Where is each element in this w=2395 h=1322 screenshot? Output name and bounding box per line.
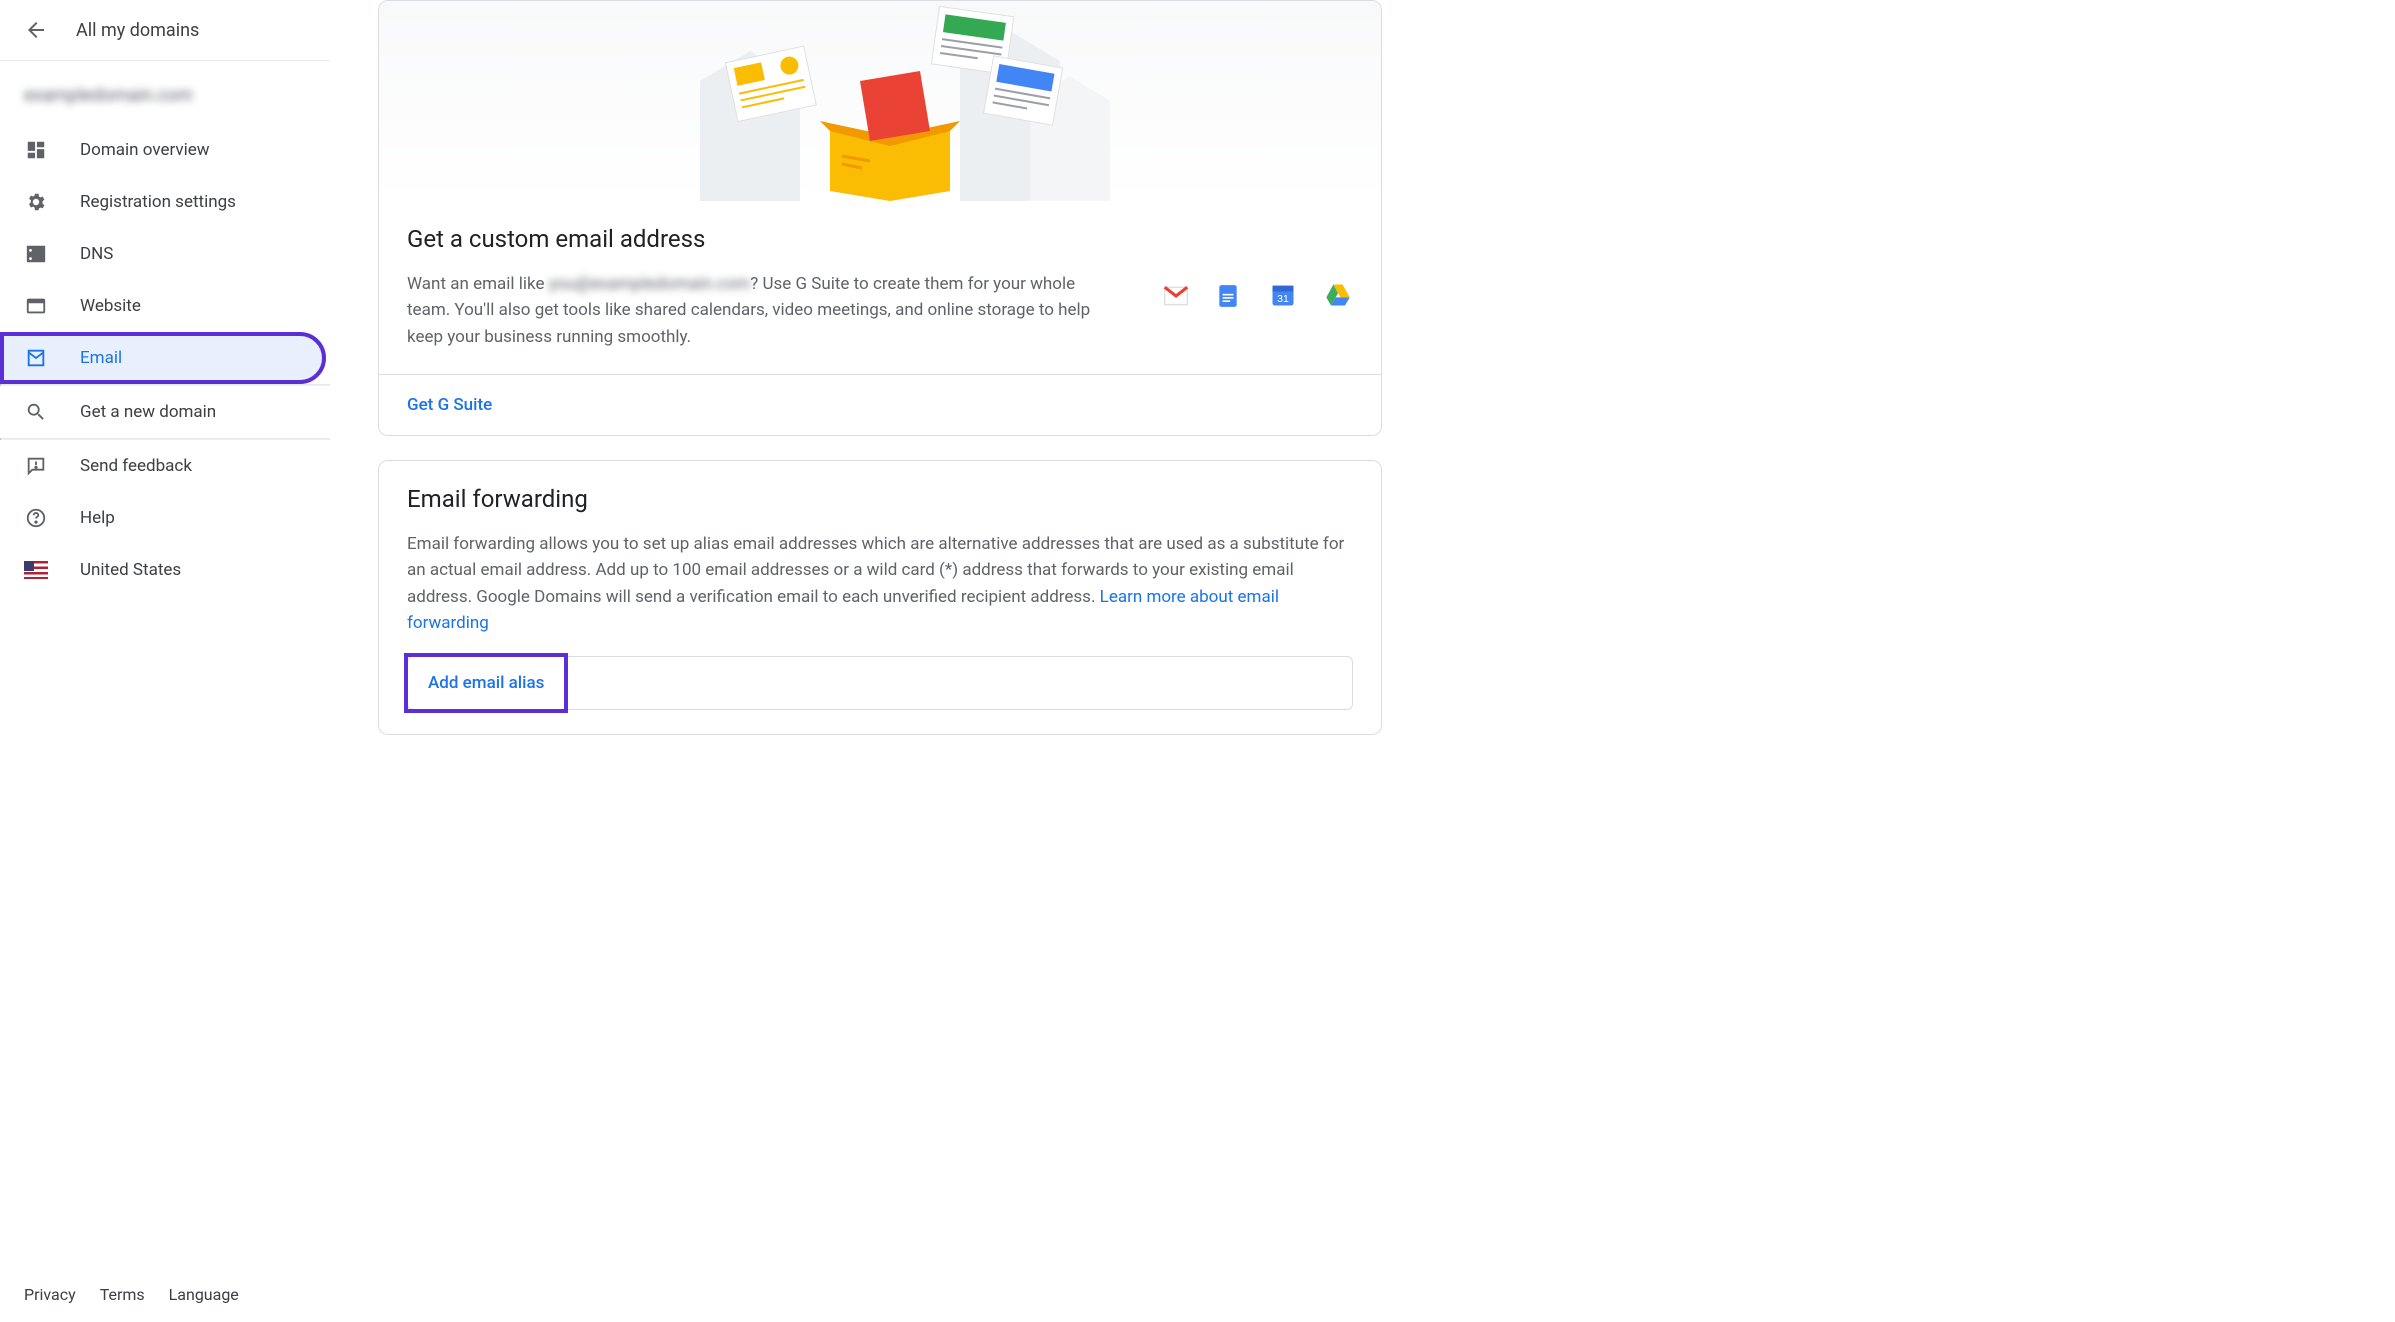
gmail-icon [1161, 281, 1191, 311]
gear-icon [24, 190, 48, 214]
us-flag-icon [24, 558, 48, 582]
nav-list: Domain overview Registration settings DN… [0, 124, 330, 384]
help-icon [24, 506, 48, 530]
footer-language[interactable]: Language [169, 1285, 239, 1304]
gsuite-card: Get a custom email address Want an email… [378, 0, 1382, 436]
blurred-email-example: you@exampledomain.com [549, 274, 751, 294]
dns-icon [24, 242, 48, 266]
sidebar: All my domains exampledomain.com Domain … [0, 0, 330, 1322]
dashboard-icon [24, 138, 48, 162]
main-content: Get a custom email address Want an email… [330, 0, 1430, 1322]
nav-item-region[interactable]: United States [0, 544, 326, 596]
footer-privacy[interactable]: Privacy [24, 1285, 76, 1304]
search-icon [24, 400, 48, 424]
nav-label: United States [80, 560, 181, 580]
add-email-alias-button[interactable]: Add email alias [408, 657, 564, 709]
nav-item-new-domain[interactable]: Get a new domain [0, 386, 326, 438]
gsuite-footer: Get G Suite [379, 374, 1381, 435]
footer-terms[interactable]: Terms [100, 1285, 145, 1304]
nav-item-website[interactable]: Website [0, 280, 326, 332]
forwarding-description: Email forwarding allows you to set up al… [407, 531, 1353, 636]
nav-item-email[interactable]: Email [0, 332, 326, 384]
nav-label: Send feedback [80, 456, 192, 476]
nav-item-overview[interactable]: Domain overview [0, 124, 326, 176]
feedback-icon [24, 454, 48, 478]
nav-label: Website [80, 296, 141, 316]
svg-text:31: 31 [1277, 293, 1289, 305]
nav-label: Registration settings [80, 192, 236, 212]
nav-label: Email [80, 348, 122, 368]
nav-item-dns[interactable]: DNS [0, 228, 326, 280]
nav-item-help[interactable]: Help [0, 492, 326, 544]
sidebar-title[interactable]: All my domains [76, 20, 199, 41]
email-icon [24, 346, 48, 370]
domain-name: exampledomain.com [0, 61, 330, 124]
nav-item-registration[interactable]: Registration settings [0, 176, 326, 228]
gsuite-app-icons: 31 [1161, 271, 1353, 311]
get-gsuite-button[interactable]: Get G Suite [407, 395, 492, 415]
sidebar-footer: Privacy Terms Language [0, 1267, 330, 1322]
nav-item-feedback[interactable]: Send feedback [0, 440, 326, 492]
nav-label: Help [80, 508, 115, 528]
gsuite-title: Get a custom email address [407, 225, 1353, 253]
sidebar-header: All my domains [0, 0, 330, 61]
docs-icon [1215, 281, 1245, 311]
nav-label: Domain overview [80, 140, 210, 160]
drive-icon [1323, 281, 1353, 311]
website-icon [24, 294, 48, 318]
nav-label: DNS [80, 244, 113, 264]
gsuite-illustration [379, 1, 1381, 201]
calendar-icon: 31 [1269, 281, 1299, 311]
nav-label: Get a new domain [80, 402, 216, 422]
forwarding-card: Email forwarding Email forwarding allows… [378, 460, 1382, 735]
back-arrow-icon[interactable] [24, 18, 48, 42]
forwarding-title: Email forwarding [407, 485, 1353, 513]
gsuite-description: Want an email like you@exampledomain.com… [407, 271, 1121, 350]
alias-row: Add email alias [407, 656, 1353, 710]
